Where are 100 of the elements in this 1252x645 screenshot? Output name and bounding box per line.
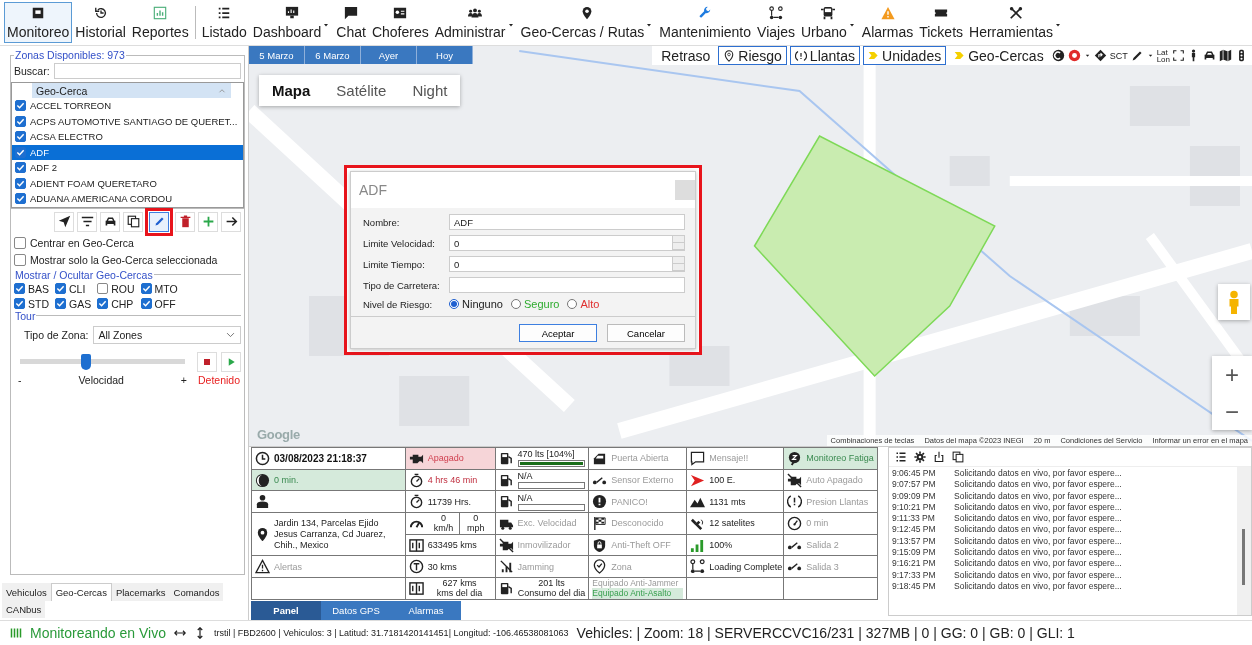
- tab[interactable]: CANbus: [2, 601, 46, 618]
- play-button[interactable]: [221, 351, 241, 372]
- route-icon: [690, 559, 706, 575]
- circle-icon[interactable]: [1051, 49, 1065, 62]
- ribbon-button[interactable]: Administrar: [431, 2, 518, 43]
- sct-button[interactable]: SCT: [1109, 50, 1128, 61]
- status-text: 633495 kms: [427, 540, 477, 551]
- checkbox[interactable]: [14, 298, 25, 309]
- layer-button[interactable]: Riesgo: [718, 46, 787, 65]
- checkbox[interactable]: [15, 193, 26, 205]
- map-type-tab[interactable]: Night: [399, 75, 461, 106]
- dialog-button[interactable]: Cancelar: [607, 324, 685, 342]
- ribbon-button[interactable]: Choferes: [368, 2, 432, 43]
- zoom-in-button[interactable]: +: [1212, 356, 1252, 393]
- checkbox[interactable]: [15, 131, 26, 143]
- checkbox[interactable]: [140, 298, 152, 309]
- group-title: Zonas Disponibles: 973: [14, 49, 126, 61]
- map-icon[interactable]: [1219, 49, 1232, 62]
- list-item[interactable]: ACCEL TORREON: [12, 98, 243, 114]
- ribbon-button[interactable]: Mantenimiento: [656, 2, 755, 43]
- pencil-icon[interactable]: [1130, 49, 1144, 62]
- date-button[interactable]: 6 Marzo: [305, 46, 361, 64]
- date-button[interactable]: 5 Marzo: [249, 46, 305, 64]
- checkbox[interactable]: [15, 115, 26, 127]
- input-field[interactable]: [449, 277, 685, 293]
- speed-unit: km/h: [433, 523, 454, 534]
- dialog-button[interactable]: Aceptar: [519, 324, 597, 342]
- checkbox[interactable]: [14, 236, 26, 249]
- list-item[interactable]: ACSA ELECTRO: [12, 129, 243, 145]
- ribbon-button[interactable]: Geo-Cercas / Rutas: [517, 2, 657, 43]
- ribbon-button[interactable]: Reportes: [128, 2, 192, 43]
- status-text: Monitoreo Fatiga: [806, 453, 874, 464]
- tab[interactable]: Panel: [251, 600, 321, 620]
- share-icon[interactable]: [933, 451, 945, 463]
- tab[interactable]: Alarmas: [391, 600, 461, 620]
- log-message: Solicitando datos en vivo, por favor espere...: [954, 501, 1122, 514]
- slider-thumb[interactable]: [81, 353, 91, 370]
- expand-icon[interactable]: [1173, 50, 1184, 61]
- ribbon-button[interactable]: Monitoreo: [4, 2, 73, 43]
- checkbox[interactable]: [97, 298, 109, 309]
- scrollbar[interactable]: [1237, 467, 1251, 615]
- search-field[interactable]: [53, 63, 241, 79]
- ribbon-button[interactable]: Tickets: [916, 2, 967, 43]
- date-button[interactable]: Hoy: [417, 46, 473, 64]
- checkbox[interactable]: [55, 283, 66, 294]
- ribbon-button[interactable]: Historial: [72, 2, 129, 43]
- checkbox[interactable]: [14, 283, 25, 294]
- checkbox[interactable]: [15, 162, 26, 174]
- settings-icon[interactable]: [914, 451, 926, 463]
- radio-button[interactable]: [567, 299, 578, 309]
- ribbon-button[interactable]: Chat: [333, 2, 369, 43]
- input-field[interactable]: ADF: [449, 214, 685, 230]
- map-type-tab[interactable]: Mapa: [259, 75, 324, 106]
- list-item[interactable]: ADF: [12, 144, 243, 160]
- zoom-out-button[interactable]: −: [1212, 393, 1252, 430]
- tab[interactable]: Comandos: [169, 583, 224, 601]
- ribbon-button[interactable]: Listado: [198, 2, 250, 43]
- id-card-icon: [393, 6, 408, 20]
- ribbon-button[interactable]: Urbano: [797, 2, 859, 43]
- ribbon-button[interactable]: Alarmas: [858, 2, 917, 43]
- checkbox[interactable]: [55, 298, 66, 309]
- layer-button[interactable]: Llantas: [789, 46, 860, 65]
- checkbox[interactable]: [15, 177, 26, 189]
- tab[interactable]: Geo-Cercas: [50, 583, 112, 601]
- checkbox-label: STD: [28, 297, 49, 310]
- list-item[interactable]: ADUANA AMERICANA CORDOU: [12, 191, 243, 207]
- radio-button[interactable]: [449, 299, 459, 309]
- list-item[interactable]: ADIENT FOAM QUERETARO: [12, 175, 243, 191]
- list-icon[interactable]: [895, 451, 907, 463]
- column-header[interactable]: Geo-Cerca: [32, 83, 231, 98]
- tab[interactable]: Placemarks: [111, 583, 170, 601]
- tab[interactable]: Vehiculos: [2, 583, 51, 601]
- ribbon-button[interactable]: Dashboard: [249, 2, 334, 43]
- checkbox[interactable]: [140, 283, 152, 294]
- radio-button[interactable]: [511, 299, 521, 309]
- status-text: Apagado: [427, 453, 464, 464]
- directions-icon[interactable]: [1093, 49, 1107, 62]
- caret-icon: [322, 21, 331, 29]
- map-type-tab[interactable]: Satélite: [323, 75, 400, 106]
- stop-button[interactable]: [197, 351, 217, 372]
- checkbox[interactable]: [14, 253, 26, 266]
- record-icon[interactable]: [1067, 49, 1081, 62]
- tab[interactable]: Datos GPS: [321, 600, 391, 620]
- layer-button[interactable]: Unidades: [863, 46, 947, 65]
- date-button[interactable]: Ayer: [361, 46, 417, 64]
- copy-icon[interactable]: [952, 451, 964, 463]
- number-field[interactable]: 0: [449, 256, 685, 272]
- checkbox[interactable]: [15, 100, 26, 112]
- ribbon-button[interactable]: Viajes: [754, 2, 798, 43]
- ribbon-button[interactable]: Herramientas: [966, 2, 1066, 43]
- zone-type-dropdown[interactable]: All Zones: [93, 325, 241, 344]
- number-field[interactable]: 0: [449, 235, 685, 251]
- list-item[interactable]: ACPS AUTOMOTIVE SANTIAGO DE QUERET...: [12, 113, 243, 129]
- checkbox[interactable]: [15, 146, 26, 158]
- car-icon[interactable]: [1203, 49, 1216, 62]
- list-item[interactable]: ADF 2: [12, 160, 243, 176]
- checkbox[interactable]: [97, 283, 109, 294]
- log-message: Solicitando datos en vivo, por favor espere...: [954, 490, 1122, 502]
- horizontal-arrow-icon[interactable]: [173, 627, 186, 639]
- lat-lon-button[interactable]: Lat Lon: [1156, 48, 1170, 63]
